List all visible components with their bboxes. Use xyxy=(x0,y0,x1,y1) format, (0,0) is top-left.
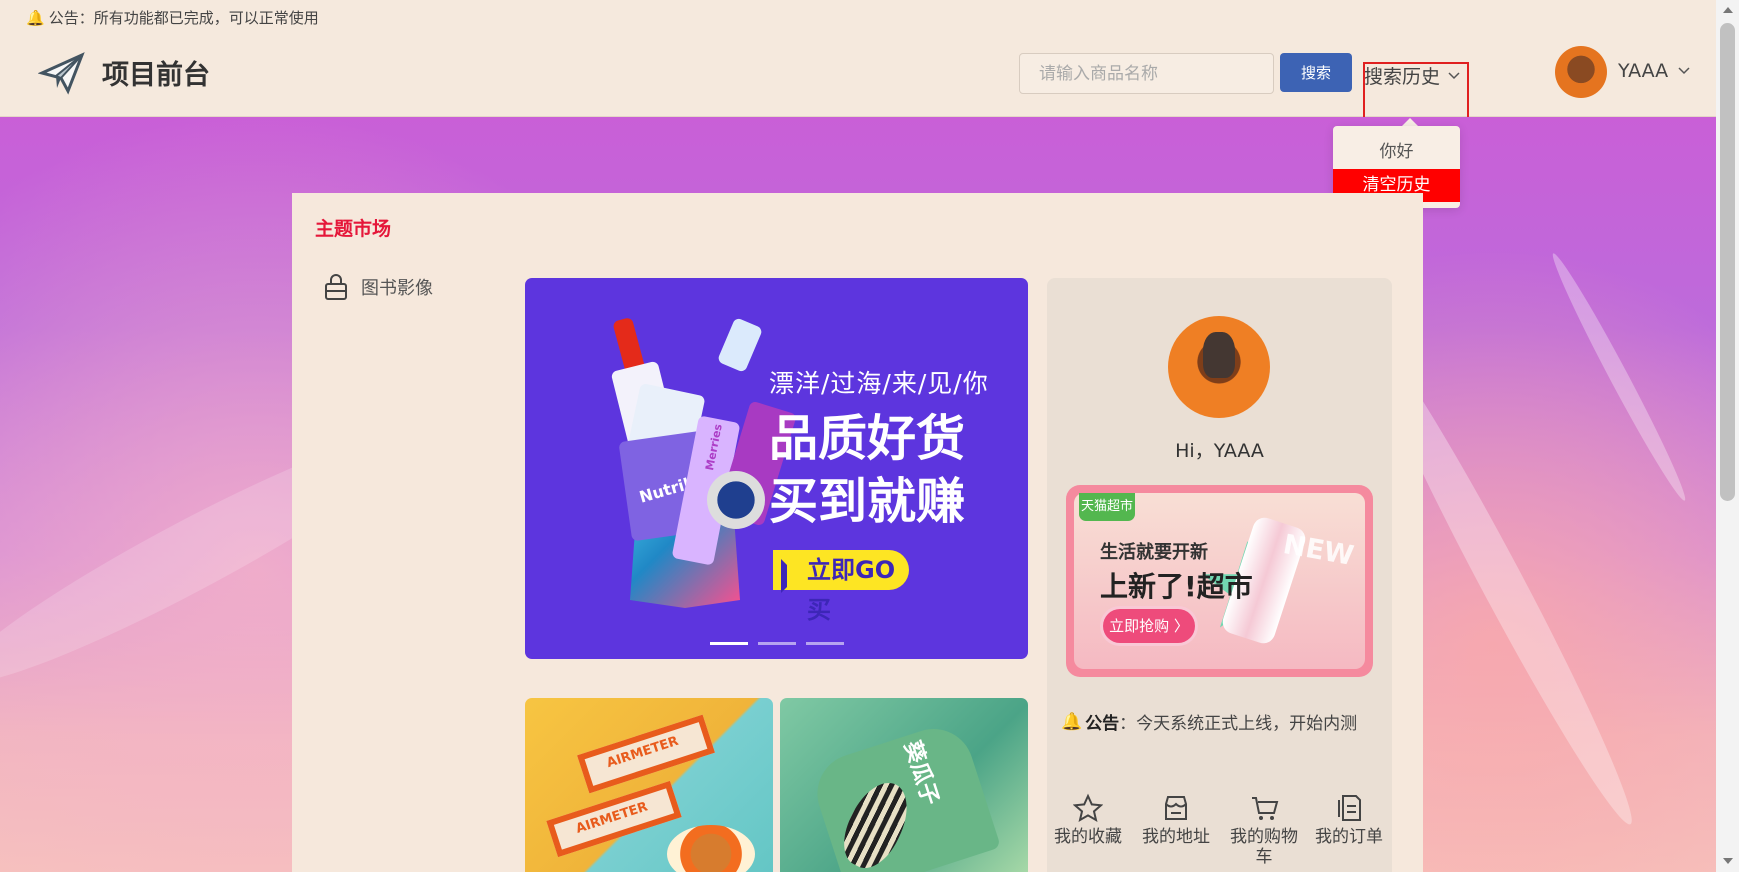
scroll-down-icon[interactable] xyxy=(1723,858,1733,864)
shortcut-label: 我的订单 xyxy=(1315,827,1383,847)
site-title[interactable]: 项目前台 xyxy=(102,53,210,92)
document-icon xyxy=(1308,793,1390,825)
banner-carousel[interactable]: Nutrilon Merries 漂洋/过海/来/见/你 品质好货 买到就赚 立… xyxy=(525,278,1028,659)
site-header: 项目前台 搜索 搜索历史 YAAA xyxy=(0,35,1716,156)
bulletin-label: 公告 xyxy=(1085,714,1120,734)
paper-plane-icon[interactable] xyxy=(38,49,86,97)
decorative-ribbon xyxy=(1545,249,1693,505)
dropdown-arrow xyxy=(1402,118,1418,126)
search-history-toggle[interactable]: 搜索历史 xyxy=(1364,62,1461,89)
cart-icon xyxy=(1223,793,1305,825)
product-image xyxy=(716,317,764,373)
shortcut-label: 我的地址 xyxy=(1142,827,1210,847)
shortcut-cart[interactable]: 我的购物车 xyxy=(1223,793,1305,867)
carousel-headline: 漂洋/过海/来/见/你 xyxy=(769,369,989,398)
carousel-title-line1: 品质好货 xyxy=(769,410,966,467)
category-label: 图书影像 xyxy=(361,278,433,299)
search-history-label: 搜索历史 xyxy=(1364,66,1441,88)
avatar[interactable] xyxy=(1555,46,1607,98)
scrollbar-thumb[interactable] xyxy=(1720,23,1735,501)
history-item-hello[interactable]: 你好 xyxy=(1333,136,1460,169)
search-button[interactable]: 搜索 xyxy=(1280,53,1352,92)
chevron-down-icon xyxy=(1448,71,1460,79)
shortcut-label: 我的购物车 xyxy=(1230,827,1298,867)
shop-icon xyxy=(1135,793,1217,825)
user-panel: Hi，YAAA 天猫超市 NEW 生活就要开新 上新了!超市 立即抢购 〉 🔔 … xyxy=(1047,278,1392,872)
carousel-title-line2: 买到就赚 xyxy=(769,473,966,530)
shortcut-favorites[interactable]: 我的收藏 xyxy=(1047,793,1129,847)
bag-icon xyxy=(325,274,347,300)
product-box: AIRMETER xyxy=(577,714,715,794)
user-greeting: Hi，YAAA xyxy=(1175,440,1264,462)
shortcut-label: 我的收藏 xyxy=(1054,827,1122,847)
product-search-input[interactable] xyxy=(1019,53,1274,94)
bulletin-text: ：今天系统正式上线，开始内测 xyxy=(1119,714,1358,734)
promo-tag: 天猫超市 xyxy=(1079,493,1135,521)
carousel-dot[interactable] xyxy=(758,642,796,645)
product-tile-sunflower-seeds[interactable]: 葵瓜子 xyxy=(780,698,1028,872)
theme-market-title: 主题市场 xyxy=(315,218,392,240)
pasta-plate xyxy=(667,825,755,872)
chevron-down-icon xyxy=(1678,67,1690,75)
watch-image xyxy=(707,471,765,529)
supermarket-promo-banner[interactable]: 天猫超市 NEW 生活就要开新 上新了!超市 立即抢购 〉 xyxy=(1066,485,1373,677)
shortcut-orders[interactable]: 我的订单 xyxy=(1308,793,1390,847)
promo-line1: 生活就要开新 xyxy=(1100,542,1208,563)
announcement-bar: 🔔 公告：所有功能都已完成，可以正常使用 xyxy=(0,0,1716,35)
profile-avatar[interactable] xyxy=(1168,316,1270,418)
promo-line2: 上新了!超市 xyxy=(1100,570,1253,603)
vertical-scrollbar[interactable] xyxy=(1716,0,1739,872)
promo-buy-button[interactable]: 立即抢购 〉 xyxy=(1103,609,1195,643)
star-icon xyxy=(1047,793,1129,825)
bell-icon: 🔔 xyxy=(1061,711,1083,732)
go-buy-button[interactable]: 立即GO买 xyxy=(773,550,909,624)
category-item-books-media[interactable]: 图书影像 xyxy=(323,273,433,301)
carousel-title: 品质好货 买到就赚 xyxy=(769,407,965,533)
system-bulletin: 🔔 公告 ：今天系统正式上线，开始内测 xyxy=(1061,709,1358,735)
carousel-dot[interactable] xyxy=(806,642,844,645)
merries-label: Merries xyxy=(703,422,725,472)
shortcut-addresses[interactable]: 我的地址 xyxy=(1135,793,1217,847)
product-tile-pasta[interactable]: AIRMETER AIRMETER xyxy=(525,698,773,872)
scroll-up-icon[interactable] xyxy=(1723,7,1733,13)
username: YAAA xyxy=(1618,60,1669,82)
announcement-text: 公告：所有功能都已完成，可以正常使用 xyxy=(48,9,319,27)
bell-icon: 🔔 xyxy=(26,8,45,27)
user-menu-toggle[interactable]: YAAA xyxy=(1618,60,1691,82)
product-box: AIRMETER xyxy=(546,780,682,858)
carousel-dot[interactable] xyxy=(710,642,748,645)
product-brand-label: AIRMETER xyxy=(574,799,650,837)
product-brand-label: AIRMETER xyxy=(604,733,681,772)
promo-inner: 天猫超市 NEW 生活就要开新 上新了!超市 立即抢购 〉 xyxy=(1074,493,1365,669)
